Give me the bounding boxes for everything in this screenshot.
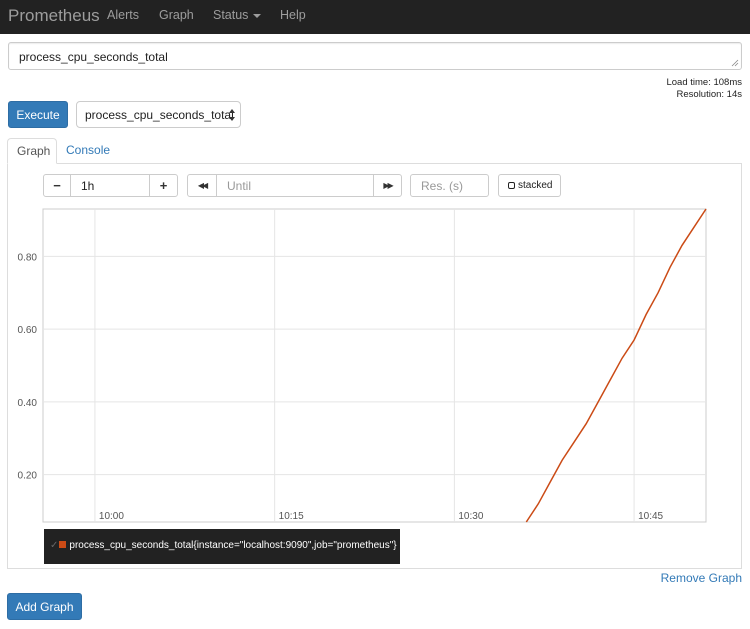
x-tick-label: 10:45 (638, 511, 663, 522)
chart-legend: ✓ process_cpu_seconds_total{instance="loc… (44, 529, 400, 564)
add-graph-button[interactable]: Add Graph (7, 593, 82, 620)
legend-swatch (59, 541, 67, 548)
y-tick-label: 0.80 (18, 252, 38, 263)
x-tick-label: 10:30 (458, 511, 483, 522)
legend-check-icon[interactable]: ✓ (50, 540, 58, 551)
y-tick-label: 0.60 (18, 325, 38, 336)
y-axis-labels: 0.20 0.40 0.60 0.80 (18, 252, 38, 481)
legend-series-label[interactable]: process_cpu_seconds_total{instance="loca… (69, 540, 396, 551)
tab-graph[interactable]: Graph (7, 138, 57, 164)
remove-graph-link[interactable]: Remove Graph (661, 571, 742, 585)
x-tick-label: 10:15 (279, 511, 304, 522)
y-tick-label: 0.20 (18, 471, 38, 482)
x-tick-label: 10:00 (99, 511, 124, 522)
y-tick-label: 0.40 (18, 398, 38, 409)
